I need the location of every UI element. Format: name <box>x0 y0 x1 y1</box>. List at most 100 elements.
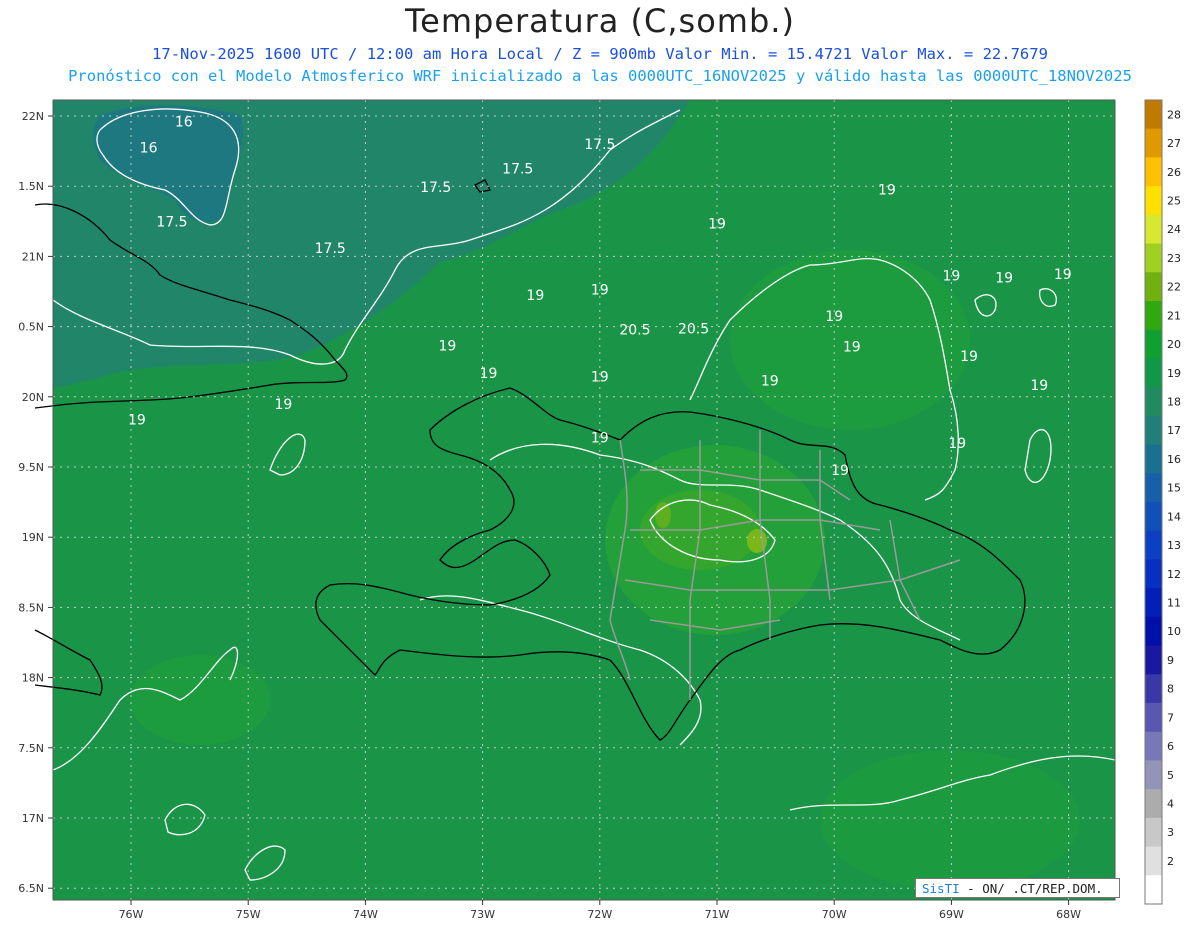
colorbar-swatch <box>1145 157 1162 187</box>
colorbar-label: 13 <box>1167 539 1181 552</box>
lat-tick-label: 8.5N <box>18 601 44 614</box>
lon-tick-label: 69W <box>939 908 964 921</box>
contour-label: 19 <box>1030 378 1048 394</box>
credit-stamp: SisTI - ON/ .CT/REP.DOM. <box>915 878 1120 898</box>
contour-label: 17.5 <box>502 162 533 178</box>
colorbar-swatch <box>1145 530 1162 560</box>
colorbar-swatch <box>1145 387 1162 417</box>
contour-label: 19 <box>1054 267 1072 283</box>
colorbar-label: 22 <box>1167 281 1181 294</box>
credit-text: - ON/ .CT/REP.DOM. <box>967 881 1103 896</box>
colorbar-swatch <box>1145 703 1162 733</box>
colorbar-swatch <box>1145 817 1162 848</box>
contour-label: 19 <box>843 339 861 355</box>
contour-label: 16 <box>140 141 158 157</box>
contour-label: 19 <box>995 270 1013 286</box>
colorbar-swatch <box>1145 415 1162 446</box>
colorbar-label: 28 <box>1167 108 1181 121</box>
colorbar-label: 14 <box>1167 510 1181 523</box>
contour-label: 19 <box>761 374 779 390</box>
contour-label: 19 <box>591 369 609 385</box>
colorbar-label: 12 <box>1167 568 1181 581</box>
colorbar-label: 16 <box>1167 453 1181 466</box>
lat-tick-label: 20N <box>22 391 44 404</box>
contour-label: 19 <box>942 268 960 284</box>
colorbar-swatch <box>1145 214 1162 245</box>
colorbar-swatch <box>1145 760 1162 790</box>
colorbar-label: 6 <box>1167 740 1174 753</box>
colorbar-label: 15 <box>1167 482 1181 495</box>
lon-tick-label: 72W <box>587 908 612 921</box>
lon-tick-label: 68W <box>1056 908 1081 921</box>
contour-label: 19 <box>591 282 609 298</box>
temperature-map: 1616 17.517.517.517.517.5191919 19 1919 1919… <box>18 99 1181 921</box>
colorbar-label: 24 <box>1167 223 1181 236</box>
map-title: Temperatura (C,somb.) <box>405 2 795 40</box>
contour-label: 19 <box>128 412 146 428</box>
colorbar-swatch <box>1145 616 1162 647</box>
contour-label: 19 <box>878 183 896 199</box>
colorbar-swatch <box>1145 358 1162 388</box>
lat-tick-label: 17N <box>22 812 44 825</box>
warm-region <box>130 655 270 745</box>
contour-label: 20.5 <box>619 322 650 338</box>
warmest-spot <box>655 502 671 528</box>
colorbar-swatch <box>1145 674 1162 704</box>
contour-label: 19 <box>948 436 966 452</box>
latitude-axis: 22N 1.5N 21N 0.5N 20N 9.5N 19N 8.5N 18N 7.5N 17N 6.… <box>18 110 53 895</box>
lat-tick-label: 19N <box>22 531 44 544</box>
colorbar-swatch <box>1145 789 1162 819</box>
colorbar-label: 2 <box>1167 855 1174 868</box>
contour-label: 19 <box>591 431 609 447</box>
lon-tick-label: 74W <box>353 908 378 921</box>
lat-tick-label: 6.5N <box>18 882 44 895</box>
colorbar-label: 27 <box>1167 137 1181 150</box>
lon-tick-label: 71W <box>705 908 730 921</box>
colorbar-swatch <box>1145 301 1162 331</box>
contour-label: 19 <box>526 288 544 304</box>
colorbar-swatch <box>1145 100 1162 130</box>
colorbar-swatch <box>1145 502 1162 532</box>
contour-label: 19 <box>480 366 498 382</box>
colorbar-label: 11 <box>1167 597 1181 610</box>
colorbar-swatch <box>1145 128 1162 158</box>
colorbar-label: 5 <box>1167 769 1174 782</box>
model-info-line: Pronóstico con el Modelo Atmosferico WRF… <box>68 67 1132 85</box>
colorbar-label: 3 <box>1167 826 1174 839</box>
colorbar-label: 17 <box>1167 424 1181 437</box>
lon-tick-label: 73W <box>470 908 495 921</box>
lat-tick-label: 21N <box>22 250 44 263</box>
colorbar-label: 20 <box>1167 338 1181 351</box>
colorbar-swatch <box>1145 444 1162 474</box>
colorbar-swatch <box>1145 588 1162 618</box>
colorbar-label: 9 <box>1167 654 1174 667</box>
colorbar-label: 23 <box>1167 252 1181 265</box>
lat-tick-label: 9.5N <box>18 461 44 474</box>
lat-tick-label: 22N <box>22 110 44 123</box>
contour-label: 19 <box>439 339 457 355</box>
contour-label: 19 <box>831 463 849 479</box>
colorbar-swatch <box>1145 846 1162 876</box>
colorbar-label: 8 <box>1167 683 1174 696</box>
contour-label: 17.5 <box>584 137 615 153</box>
lon-tick-label: 76W <box>119 908 144 921</box>
warm-region <box>820 750 1080 890</box>
lat-tick-label: 18N <box>22 672 44 685</box>
contour-label: 17.5 <box>315 241 346 257</box>
colorbar: 2827262524232221201918171615141312111098… <box>1144 99 1181 905</box>
colorbar-swatch <box>1145 645 1162 675</box>
colorbar-swatch <box>1145 731 1162 761</box>
colorbar-label: 7 <box>1167 711 1174 724</box>
colorbar-swatch <box>1145 186 1162 216</box>
colorbar-swatch <box>1145 243 1162 273</box>
colorbar-label: 19 <box>1167 367 1181 380</box>
contour-label: 17.5 <box>420 180 451 196</box>
colorbar-swatch <box>1145 329 1162 359</box>
colorbar-label: 10 <box>1167 625 1181 638</box>
brand-text: SisTI <box>922 881 960 896</box>
lat-tick-label: 7.5N <box>18 742 44 755</box>
colorbar-swatch <box>1145 473 1162 503</box>
longitude-axis: 76W 75W 74W 73W 72W 71W 70W 69W 68W <box>119 900 1081 921</box>
colorbar-label: 21 <box>1167 309 1181 322</box>
lat-tick-label: 0.5N <box>18 321 44 334</box>
